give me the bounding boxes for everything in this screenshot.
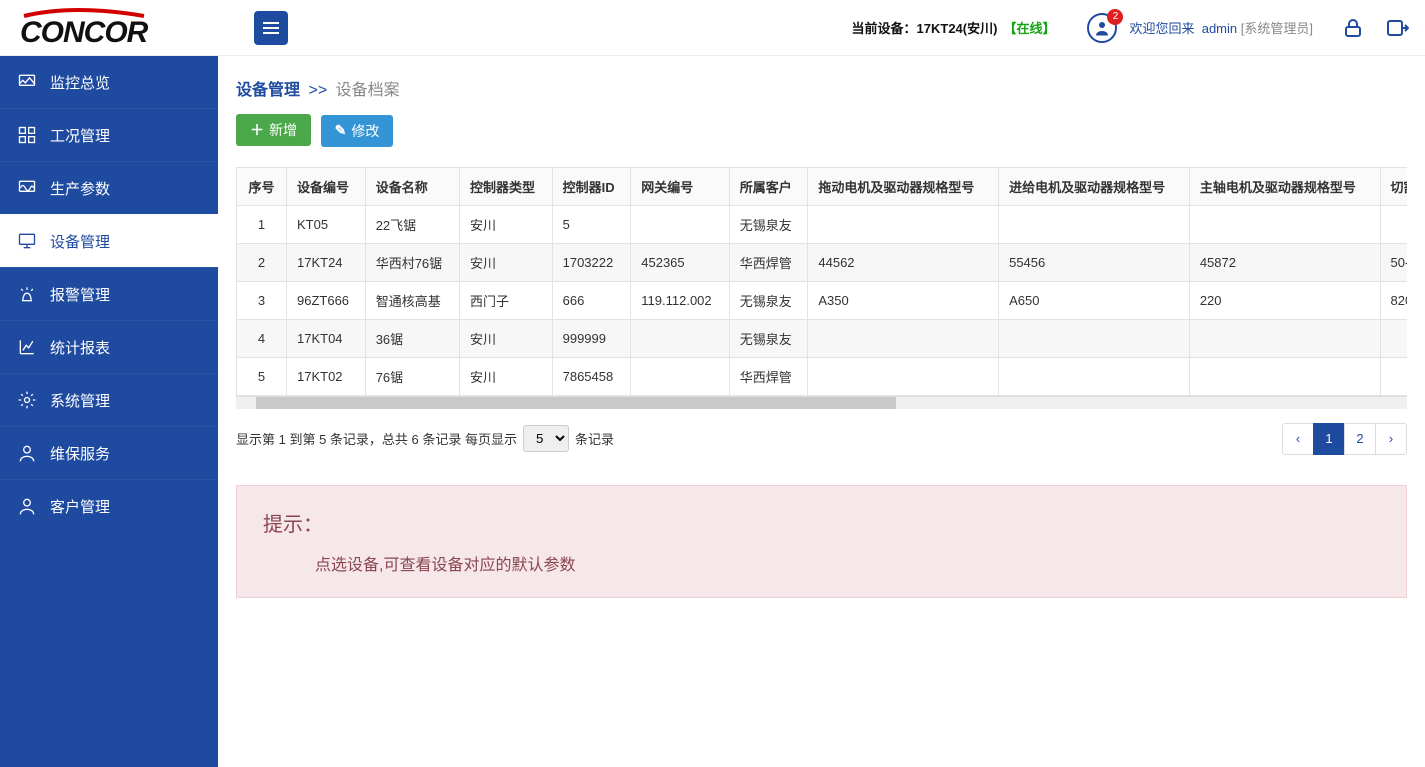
user-avatar[interactable]: 2 bbox=[1087, 13, 1117, 43]
alarm-icon bbox=[16, 283, 38, 305]
sidebar-item-label: 生产参数 bbox=[50, 178, 110, 199]
sidebar-item-label: 维保服务 bbox=[50, 443, 110, 464]
col-idx[interactable]: 序号 bbox=[237, 167, 287, 205]
hint-box: 提示： 点选设备,可查看设备对应的默认参数 bbox=[236, 485, 1407, 598]
add-button[interactable]: ＋新增 bbox=[236, 114, 311, 146]
breadcrumb: 设备管理 >> 设备档案 bbox=[236, 66, 1407, 114]
device-icon bbox=[16, 230, 38, 252]
logo: CONCOR bbox=[14, 8, 214, 48]
top-header: CONCOR 当前设备：17KT24(安川) 【在线】 2 欢迎您回来 admi… bbox=[0, 0, 1425, 56]
sidebar-item-label: 监控总览 bbox=[50, 72, 110, 93]
current-device-label: 当前设备：17KT24(安川) bbox=[852, 18, 998, 37]
user-icon bbox=[16, 495, 38, 517]
col-m2[interactable]: 进给电机及驱动器规格型号 bbox=[999, 167, 1190, 205]
toolbar: ＋新增 ✎修改 bbox=[236, 114, 1407, 147]
page-size-select[interactable]: 5 bbox=[523, 425, 569, 452]
table-footer: 显示第 1 到第 5 条记录，总共 6 条记录 每页显示 5 条记录 ‹ 1 2… bbox=[236, 423, 1407, 455]
sidebar-item-label: 设备管理 bbox=[50, 231, 110, 252]
page-1[interactable]: 1 bbox=[1313, 423, 1345, 455]
table-row[interactable]: 417KT0436锯安川999999无锡泉友 bbox=[237, 319, 1408, 357]
breadcrumb-root[interactable]: 设备管理 bbox=[236, 82, 300, 99]
monitor-icon bbox=[16, 71, 38, 93]
sidebar-item-maintenance[interactable]: 维保服务 bbox=[0, 426, 218, 479]
table-row[interactable]: 396ZT666智通核高基西门子666119.112.002无锡泉友A350A6… bbox=[237, 281, 1408, 319]
plus-icon: ＋ bbox=[250, 120, 264, 140]
table-header-row: 序号 设备编号 设备名称 控制器类型 控制器ID 网关编号 所属客户 拖动电机及… bbox=[237, 167, 1408, 205]
sidebar-item-monitor[interactable]: 监控总览 bbox=[0, 56, 218, 108]
hint-body: 点选设备,可查看设备对应的默认参数 bbox=[315, 551, 1380, 575]
col-cust[interactable]: 所属客户 bbox=[729, 167, 808, 205]
edit-button[interactable]: ✎修改 bbox=[321, 115, 394, 147]
col-name[interactable]: 设备名称 bbox=[365, 167, 459, 205]
table-row[interactable]: 517KT0276锯安川7865458华西焊管 bbox=[237, 357, 1408, 395]
sidebar-item-system[interactable]: 系统管理 bbox=[0, 373, 218, 426]
col-gw[interactable]: 网关编号 bbox=[631, 167, 729, 205]
welcome-text: 欢迎您回来 admin [系统管理员] bbox=[1129, 18, 1313, 37]
sidebar-item-label: 统计报表 bbox=[50, 337, 110, 358]
col-no[interactable]: 设备编号 bbox=[287, 167, 366, 205]
horizontal-scrollbar[interactable] bbox=[236, 397, 1407, 409]
table-row[interactable]: 217KT24华西村76锯安川1703222452365华西焊管44562554… bbox=[237, 243, 1408, 281]
col-m1[interactable]: 拖动电机及驱动器规格型号 bbox=[808, 167, 999, 205]
pencil-icon: ✎ bbox=[335, 122, 347, 139]
hint-title: 提示： bbox=[263, 508, 1380, 537]
table-row[interactable]: 1KT0522飞锯安川5无锡泉友 bbox=[237, 205, 1408, 243]
sidebar-item-condition[interactable]: 工况管理 bbox=[0, 108, 218, 161]
sidebar-item-stats[interactable]: 统计报表 bbox=[0, 320, 218, 373]
sidebar-item-production[interactable]: 生产参数 bbox=[0, 161, 218, 214]
sidebar-item-label: 客户管理 bbox=[50, 496, 110, 517]
sidebar-item-label: 报警管理 bbox=[50, 284, 110, 305]
device-table: 序号 设备编号 设备名称 控制器类型 控制器ID 网关编号 所属客户 拖动电机及… bbox=[236, 167, 1407, 396]
svg-text:CONCOR: CONCOR bbox=[20, 16, 149, 48]
page-next[interactable]: › bbox=[1375, 423, 1407, 455]
page-2[interactable]: 2 bbox=[1344, 423, 1376, 455]
sidebar-item-alarm[interactable]: 报警管理 bbox=[0, 267, 218, 320]
sidebar: 监控总览 工况管理 生产参数 设备管理 报警管理 统计报表 系统管理 维保服务 bbox=[0, 56, 218, 767]
device-table-wrap: 序号 设备编号 设备名称 控制器类型 控制器ID 网关编号 所属客户 拖动电机及… bbox=[236, 167, 1407, 397]
lock-icon[interactable] bbox=[1339, 14, 1367, 42]
main-content: 设备管理 >> 设备档案 ＋新增 ✎修改 序号 设备编号 设备名称 控制器类型 … bbox=[218, 56, 1425, 767]
service-icon bbox=[16, 442, 38, 464]
paginator: ‹ 1 2 › bbox=[1283, 423, 1407, 455]
breadcrumb-leaf: 设备档案 bbox=[336, 82, 400, 99]
page-prev[interactable]: ‹ bbox=[1282, 423, 1314, 455]
exit-icon[interactable] bbox=[1383, 14, 1411, 42]
sidebar-item-customer[interactable]: 客户管理 bbox=[0, 479, 218, 532]
sidebar-item-label: 系统管理 bbox=[50, 390, 110, 411]
gear-icon bbox=[16, 389, 38, 411]
notification-badge: 2 bbox=[1107, 9, 1123, 25]
records-summary: 显示第 1 到第 5 条记录，总共 6 条记录 每页显示 bbox=[236, 429, 517, 448]
grid-icon bbox=[16, 124, 38, 146]
wave-icon bbox=[16, 177, 38, 199]
col-ctrl[interactable]: 控制器类型 bbox=[459, 167, 552, 205]
col-cid[interactable]: 控制器ID bbox=[552, 167, 631, 205]
device-status-online: 【在线】 bbox=[1003, 18, 1055, 37]
sidebar-item-label: 工况管理 bbox=[50, 125, 110, 146]
col-cut[interactable]: 切割管型范围及最高速度 bbox=[1380, 167, 1407, 205]
chart-icon bbox=[16, 336, 38, 358]
menu-toggle-button[interactable] bbox=[254, 11, 288, 45]
sidebar-item-device[interactable]: 设备管理 bbox=[0, 214, 218, 267]
col-m3[interactable]: 主轴电机及驱动器规格型号 bbox=[1189, 167, 1380, 205]
